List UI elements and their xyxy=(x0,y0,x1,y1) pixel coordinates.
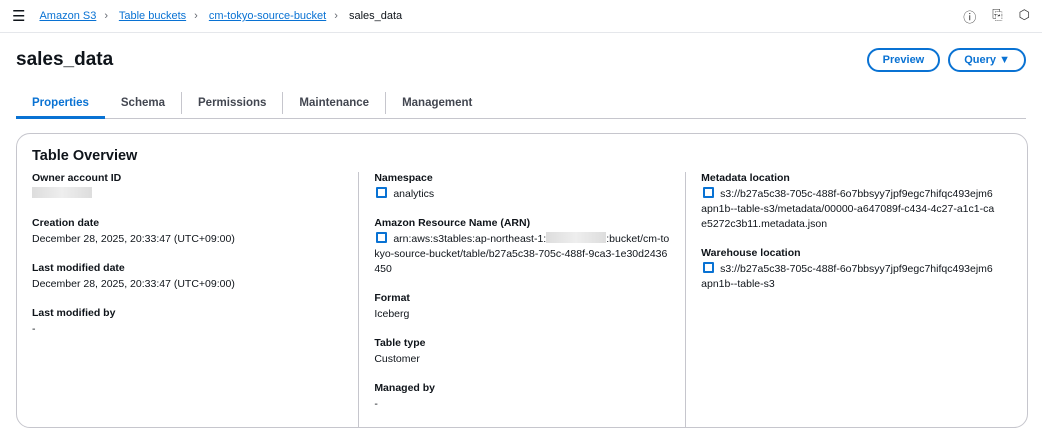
menu-icon[interactable]: ☰ xyxy=(12,7,25,25)
warehouse-value: s3://b27a5c38-705c-488f-6o7bbsyy7jpf9egc… xyxy=(701,263,993,290)
redacted-account xyxy=(546,232,607,243)
tab-schema[interactable]: Schema xyxy=(105,92,182,114)
type-value: Customer xyxy=(374,353,420,365)
chevron-right-icon: › xyxy=(334,10,338,22)
tab-management[interactable]: Management xyxy=(386,92,488,114)
settings-icon[interactable]: ⬡ xyxy=(1019,7,1030,26)
creation-date: December 28, 2025, 20:33:47 (UTC+09:00) xyxy=(32,233,235,245)
copy-icon[interactable] xyxy=(703,187,715,198)
namespace-value: analytics xyxy=(393,188,435,200)
managed-value: - xyxy=(374,398,378,410)
modified-by: - xyxy=(32,323,36,335)
modified-date: December 28, 2025, 20:33:47 (UTC+09:00) xyxy=(32,278,235,290)
preview-button[interactable]: Preview xyxy=(866,48,941,72)
metadata-label: Metadata location xyxy=(701,172,790,184)
tab-permissions[interactable]: Permissions xyxy=(182,92,284,114)
metadata-value: s3://b27a5c38-705c-488f-6o7bbsyy7jpf9egc… xyxy=(701,188,995,230)
table-overview-card: Table Overview Owner account ID Creation… xyxy=(16,133,1028,428)
owner-label: Owner account ID xyxy=(32,172,122,184)
breadcrumb-current: sales_data xyxy=(348,10,403,22)
card-heading: Table Overview xyxy=(32,148,138,164)
info-icon[interactable]: ⓘ xyxy=(963,7,976,26)
format-label: Format xyxy=(374,292,410,304)
copy-icon[interactable] xyxy=(703,262,715,273)
arn-label: Amazon Resource Name (ARN) xyxy=(374,217,531,229)
copy-icon[interactable] xyxy=(376,232,388,243)
breadcrumb-table-buckets[interactable]: Table buckets xyxy=(119,10,186,22)
column-1: Owner account ID Creation date December 2… xyxy=(32,172,358,427)
format-value: Iceberg xyxy=(374,308,410,320)
redacted-account-id xyxy=(32,187,92,198)
breadcrumb-bucket[interactable]: cm-tokyo-source-bucket xyxy=(209,10,326,22)
panel-icon[interactable]: ⎘ xyxy=(992,7,1002,26)
type-label: Table type xyxy=(374,337,426,349)
tabs: Properties Schema Permissions Maintenanc… xyxy=(16,87,1026,119)
warehouse-label: Warehouse location xyxy=(701,247,801,259)
page-title: sales_data xyxy=(16,49,114,70)
copy-icon[interactable] xyxy=(376,187,388,198)
chevron-right-icon: › xyxy=(194,10,198,22)
managed-label: Managed by xyxy=(374,382,435,394)
top-bar: ☰ Amazon S3 › Table buckets › cm-tokyo-sou… xyxy=(0,0,1042,33)
creation-label: Creation date xyxy=(32,217,100,229)
arn-prefix: arn:aws:s3tables:ap-northeast-1: xyxy=(393,233,547,245)
chevron-right-icon: › xyxy=(104,10,108,22)
modified-by-label: Last modified by xyxy=(32,307,116,319)
breadcrumb: Amazon S3 › Table buckets › cm-tokyo-sourc… xyxy=(39,10,402,22)
column-3: Metadata location s3://b27a5c38-705c-488f… xyxy=(685,172,1012,427)
tab-maintenance[interactable]: Maintenance xyxy=(283,92,387,114)
namespace-label: Namespace xyxy=(374,172,433,184)
column-2: Namespace analytics Amazon Resource Name … xyxy=(358,172,685,427)
query-button[interactable]: Query ▼ xyxy=(948,48,1026,72)
breadcrumb-amazon-s3[interactable]: Amazon S3 xyxy=(39,10,96,22)
tab-properties[interactable]: Properties xyxy=(16,92,105,119)
modified-label: Last modified date xyxy=(32,262,125,274)
